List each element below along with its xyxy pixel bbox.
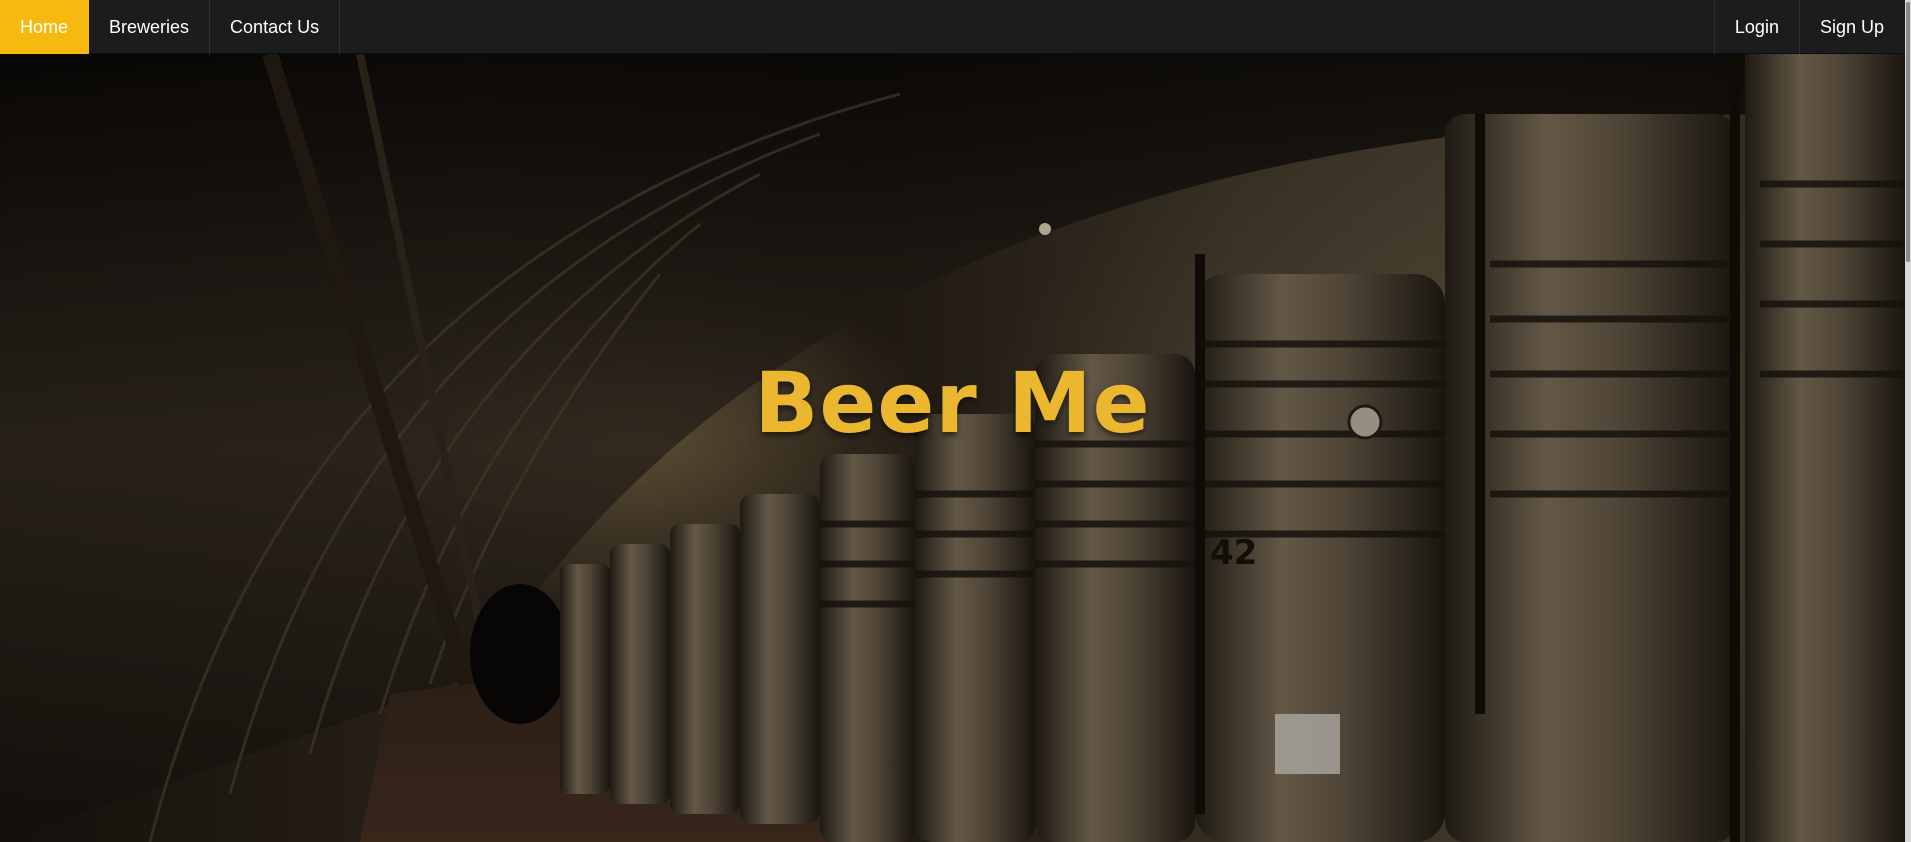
nav-home-link[interactable]: Home: [0, 0, 90, 54]
hero-title: Beer Me: [754, 354, 1151, 452]
page-scrollbar[interactable]: [1905, 0, 1911, 842]
nav-right-group: Login Sign Up: [1713, 0, 1911, 54]
nav-login-link[interactable]: Login: [1713, 0, 1799, 54]
nav-signup-link[interactable]: Sign Up: [1798, 0, 1911, 54]
scrollbar-thumb[interactable]: [1906, 2, 1910, 262]
hero-banner: 42 Beer Me: [0, 54, 1905, 842]
nav-left-group: Home Breweries Contact Us: [0, 0, 341, 54]
top-navbar: Home Breweries Contact Us Login Sign Up: [0, 0, 1911, 54]
nav-breweries-link[interactable]: Breweries: [89, 0, 211, 54]
nav-contact-link[interactable]: Contact Us: [210, 0, 341, 54]
